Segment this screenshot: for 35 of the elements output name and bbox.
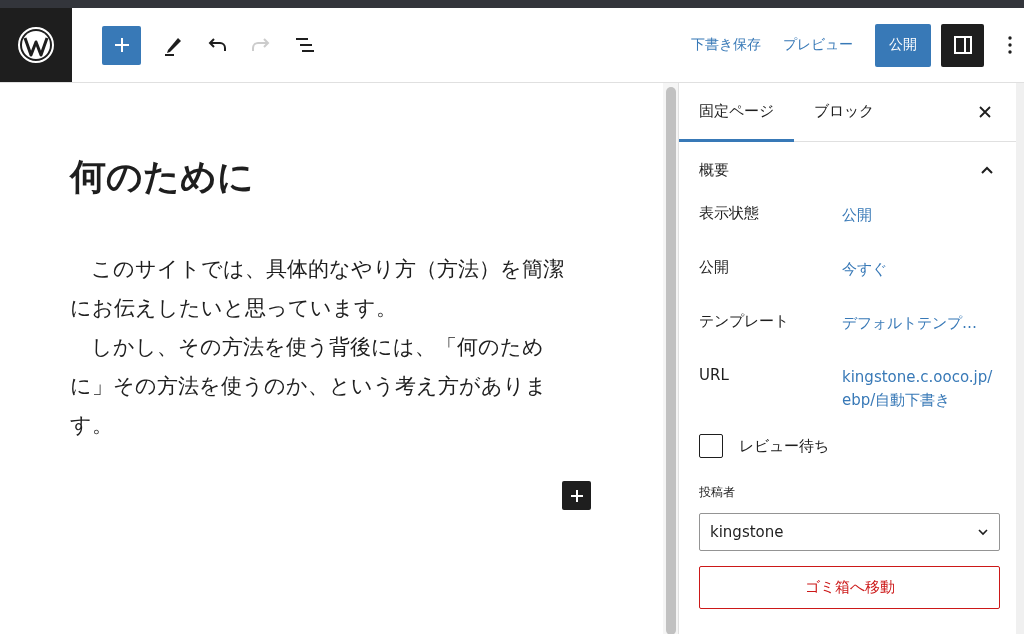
review-checkbox[interactable] — [699, 434, 723, 458]
close-icon[interactable] — [978, 105, 992, 119]
chevron-icon[interactable] — [980, 165, 994, 175]
field-label: 公開 — [699, 257, 730, 277]
field-value-link[interactable]: デフォルトテンプ… — [842, 306, 994, 335]
move-to-trash-button[interactable]: ゴミ箱へ移動 — [699, 566, 1000, 609]
save-draft-button[interactable]: 下書き保存 — [685, 28, 767, 62]
block-inserter-button[interactable] — [562, 481, 591, 510]
author-select[interactable]: kingstone — [699, 513, 1000, 551]
field-value-link[interactable]: kingstone.c.ooco.jp/ebp/自動下書き — [842, 360, 994, 412]
paragraph[interactable]: しかし、その方法を使う背後には、「何のために」その方法を使うのか、という考え方があります。 — [70, 328, 575, 445]
settings-toggle-button[interactable] — [941, 23, 984, 67]
wordpress-logo-icon — [17, 26, 55, 64]
sidebar-tab[interactable]: 固定ページ — [679, 83, 794, 142]
field-label: テンプレート — [699, 311, 790, 331]
field-value-link[interactable]: 今すぐ — [842, 252, 994, 281]
preview-button[interactable]: プレビュー — [777, 28, 859, 62]
plus-icon — [113, 37, 130, 53]
author-label: 投稿者 — [699, 484, 736, 501]
checkbox-label[interactable]: レビュー待ち — [739, 436, 829, 456]
sidebar-tab[interactable]: ブロック — [794, 83, 894, 142]
field-value-link[interactable]: 公開 — [842, 198, 994, 227]
page-title[interactable]: 何のために — [70, 153, 575, 202]
panel-title[interactable]: 概要 — [699, 160, 729, 180]
plus-icon — [569, 488, 584, 503]
sidebar-icon — [952, 35, 973, 55]
paragraph[interactable]: このサイトでは、具体的なやり方（方法）を簡潔にお伝えしたいと思っています。 — [70, 250, 575, 328]
field-label: URL — [699, 365, 730, 384]
chevron-down-icon — [977, 528, 989, 536]
logo-tile[interactable] — [0, 8, 72, 82]
add-block-button[interactable] — [102, 25, 141, 65]
more-options-icon[interactable] — [1008, 36, 1012, 54]
scrollbar-thumb[interactable] — [666, 87, 676, 634]
field-label: 表示状態 — [699, 203, 760, 223]
publish-button[interactable]: 公開 — [875, 23, 931, 67]
